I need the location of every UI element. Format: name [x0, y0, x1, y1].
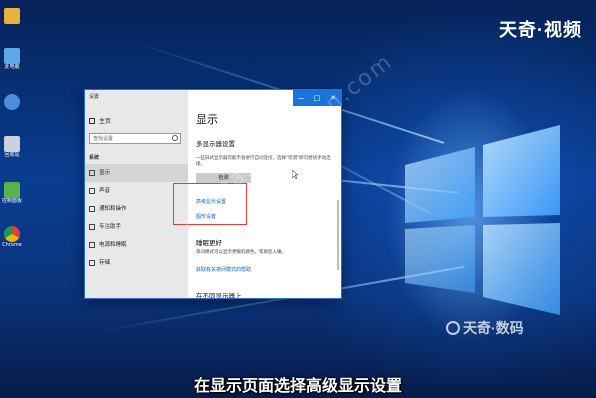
- moon-icon: [89, 224, 95, 230]
- minimize-button[interactable]: —: [293, 90, 309, 106]
- brand-logo-top: 天奇·视频: [499, 20, 582, 40]
- sidebar-section-title: 系统: [89, 155, 100, 161]
- desktop-icon-network[interactable]: [0, 94, 24, 110]
- sleep-heading: 睡眠更好: [196, 239, 222, 247]
- desktop-icon-control-panel[interactable]: 控制面板: [0, 182, 24, 204]
- recycle-bin-icon: [4, 136, 20, 152]
- desktop-icon-user-folder[interactable]: [0, 8, 24, 24]
- folder-user-icon: [4, 8, 20, 24]
- video-subtitle: 在显示页面选择高级显示设置: [193, 376, 402, 395]
- brand-logo-bottom: 天奇·数码: [446, 318, 524, 338]
- close-button[interactable]: ✕: [325, 90, 341, 106]
- chrome-icon: [4, 226, 20, 242]
- computer-icon: [4, 48, 20, 64]
- power-icon: [89, 242, 95, 248]
- window-controls: — □ ✕: [293, 90, 341, 106]
- bottom-section-heading: 在不同显示器上: [196, 292, 242, 298]
- sidebar-item-storage[interactable]: 存储: [85, 254, 188, 272]
- window-app-title: 设置: [89, 94, 100, 100]
- network-icon: [4, 94, 20, 110]
- desktop-icon-chrome[interactable]: Chrome: [0, 226, 24, 248]
- sidebar-item-power-sleep[interactable]: 电源和睡眠: [85, 236, 188, 254]
- desktop-icon-this-pc[interactable]: 此电脑: [0, 48, 24, 70]
- speaker-icon: [89, 188, 95, 194]
- home-icon: [89, 118, 95, 124]
- desktop-icon-recycle-bin[interactable]: 回收站: [0, 136, 24, 158]
- settings-search-input[interactable]: 查找设置: [89, 133, 181, 144]
- mouse-cursor-icon: [292, 170, 298, 179]
- night-mode-help-link[interactable]: 获取有关夜间模式的帮助: [196, 266, 251, 273]
- sidebar-item-display[interactable]: 显示: [85, 164, 188, 182]
- home-nav[interactable]: 主页: [89, 116, 111, 125]
- multi-display-description: 一些旧式显示器可能不会进行自动连接，选择"检测"即可尝试手动连接。: [196, 156, 331, 167]
- page-title: 显示: [196, 113, 218, 126]
- brand-circle-icon: [446, 321, 460, 335]
- maximize-button[interactable]: □: [309, 90, 325, 106]
- monitor-icon: [89, 170, 95, 176]
- search-icon: [172, 135, 178, 141]
- content-scrollbar[interactable]: [337, 200, 339, 270]
- detect-button[interactable]: 检测: [196, 173, 251, 183]
- sleep-description: 夜间模式可以显示更暖的颜色，帮助您入睡。: [196, 250, 286, 255]
- notification-icon: [89, 206, 95, 212]
- storage-icon: [89, 260, 95, 266]
- multi-display-heading: 多显示器设置: [196, 140, 235, 148]
- control-panel-icon: [4, 182, 20, 198]
- windows-logo: [405, 125, 560, 315]
- highlight-annotation-box: [173, 183, 247, 225]
